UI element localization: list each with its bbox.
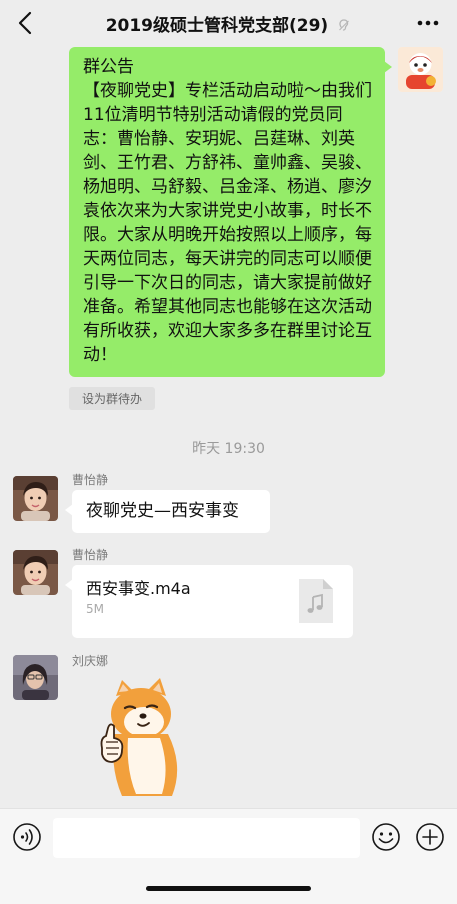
message-input[interactable] [53,818,360,858]
chat-header: 2019级硕士管科党支部(29) [0,0,457,46]
more-dots-icon[interactable] [415,12,441,34]
message-text-bubble[interactable]: 夜聊党史—西安事变 [65,490,270,533]
announcement-bubble[interactable]: 群公告 【夜聊党史】专栏活动启动啦～由我们11位清明节特别活动请假的党员同志：曹… [69,47,392,377]
sender-avatar[interactable] [13,476,58,521]
my-avatar[interactable] [398,47,443,92]
plus-icon[interactable] [415,822,445,852]
chat-title-wrap: 2019级硕士管科党支部(29) [106,11,352,36]
file-size: 5M [86,602,104,616]
shiba-thumbs-up-sticker[interactable] [92,678,190,798]
file-message-bubble[interactable]: 西安事变.m4a 5M [65,565,353,638]
set-group-todo-button[interactable]: 设为群待办 [69,387,155,410]
music-file-icon [299,579,333,623]
sender-name: 曹怡静 [72,473,109,487]
girl-photo-avatar-image [13,476,58,521]
girl-photo-avatar-image [13,550,58,595]
announcement-text: 【夜聊党史】专栏活动启动啦～由我们11位清明节特别活动请假的党员同志：曹怡静、安… [83,81,372,365]
announcement-label: 群公告 [83,57,134,77]
cartoon-avatar-image [398,47,443,92]
ear-icon [339,18,350,31]
home-indicator [146,886,311,891]
time-divider: 昨天 19:30 [192,441,265,457]
sender-name: 曹怡静 [72,548,109,562]
file-name: 西安事变.m4a [86,579,191,598]
chevron-left-icon[interactable] [14,10,38,36]
chat-title: 2019级硕士管科党支部(29) [105,15,329,36]
emoji-icon[interactable] [371,822,401,852]
sender-avatar[interactable] [13,655,58,700]
woman-photo-avatar-image [13,655,58,700]
sender-avatar[interactable] [13,550,58,595]
sender-name: 刘庆娜 [72,654,109,668]
voice-icon[interactable] [12,822,42,852]
